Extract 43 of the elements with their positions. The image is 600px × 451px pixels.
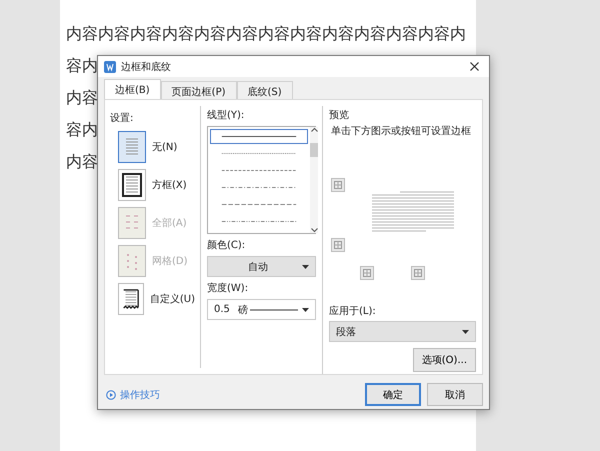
document-text: 容内 (66, 119, 98, 141)
border-setting-icon[interactable] (118, 283, 144, 315)
preview-hint: 单击下方图示或按钮可设置边框 (330, 124, 472, 138)
dialog-title: 边框和底纹 (121, 60, 172, 74)
width-dropdown[interactable]: 0.5 磅 (207, 299, 316, 320)
apply-to-dropdown[interactable]: 段落 (329, 321, 476, 342)
caret-icon (302, 264, 309, 268)
tab[interactable]: 页面边框(P) (160, 81, 237, 99)
caret-icon (462, 330, 469, 334)
ok-button[interactable]: 确定 (365, 383, 421, 406)
scrollbar-thumb[interactable] (310, 143, 318, 157)
setting-label: 全部(A) (152, 216, 187, 230)
play-icon (106, 390, 116, 400)
tab[interactable]: 底纹(S) (236, 81, 293, 99)
setting-label: 无(N) (152, 141, 178, 154)
border-toggle-icon[interactable] (331, 238, 345, 252)
app-logo-icon (104, 60, 116, 72)
border-toggle-icon[interactable] (331, 178, 345, 192)
setting-label: 自定义(U) (150, 292, 195, 306)
line-style-option[interactable] (210, 129, 308, 144)
color-label: 颜色(C): (207, 238, 246, 252)
document-text: 容内 (66, 55, 98, 77)
color-dropdown[interactable]: 自动 (207, 256, 316, 277)
apply-to-label: 应用于(L): (329, 304, 377, 318)
border-toggle-icon[interactable] (360, 266, 374, 280)
caret-icon (302, 308, 309, 312)
settings-label: 设置: (110, 112, 134, 125)
cancel-button[interactable]: 取消 (427, 383, 483, 406)
line-sample-icon (250, 308, 298, 312)
scrollbar[interactable] (310, 127, 318, 233)
setting-label: 方框(X) (152, 178, 187, 192)
line-style-label: 线型(Y): (207, 108, 246, 122)
setting-label: 网格(D) (152, 254, 188, 268)
document-text: 内容内容内容内容内容内容内容内容内容内容内容内容内 (66, 23, 466, 45)
tab[interactable]: 边框(B) (104, 79, 161, 99)
document-text: 内容 (66, 87, 98, 109)
options-button[interactable]: 选项(O)... (412, 348, 476, 372)
width-label: 宽度(W): (207, 282, 250, 295)
border-toggle-icon[interactable] (411, 266, 425, 280)
border-setting-icon[interactable] (118, 169, 146, 201)
tips-link[interactable]: 操作技巧 (120, 388, 160, 402)
preview-label: 预览 (329, 109, 350, 122)
document-text: 内容 (66, 151, 98, 173)
